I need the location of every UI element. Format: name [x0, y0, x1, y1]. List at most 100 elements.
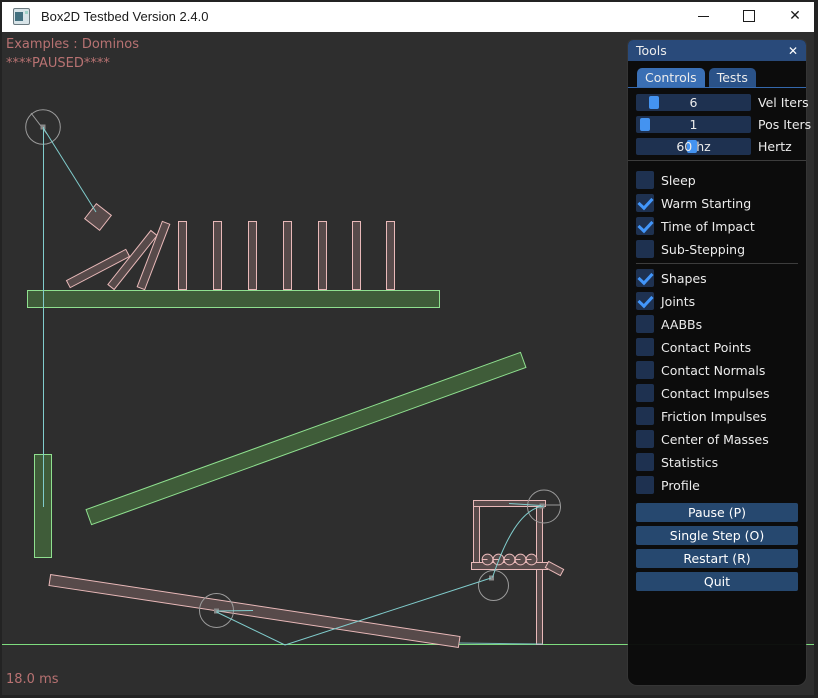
checkbox-box[interactable]: [636, 269, 654, 287]
checkbox-box[interactable]: [636, 292, 654, 310]
checkbox-label: Time of Impact: [661, 219, 755, 234]
simulation-canvas[interactable]: Examples : Dominos ****PAUSED**** 18.0 m…: [0, 32, 818, 698]
checkbox-contact-points[interactable]: Contact Points: [636, 338, 798, 356]
dynamic-bodies: [49, 204, 564, 648]
ramp: [86, 352, 526, 524]
checkbox-label: Warm Starting: [661, 196, 751, 211]
checkmark-icon: [637, 292, 653, 308]
paused-label: ****PAUSED****: [6, 56, 110, 71]
checkmark-icon: [637, 217, 653, 233]
checkbox-label: Shapes: [661, 271, 707, 286]
maximize-button[interactable]: [726, 0, 772, 32]
restart-r-button[interactable]: Restart (R): [636, 549, 798, 568]
separator: [628, 160, 806, 161]
close-button[interactable]: ✕: [772, 0, 818, 32]
app-icon-inner: [15, 12, 23, 21]
domino-standing-6[interactable]: [353, 222, 361, 290]
hanging-box[interactable]: [85, 204, 112, 231]
checkbox-sleep[interactable]: Sleep: [636, 171, 798, 189]
checkbox-box[interactable]: [636, 430, 654, 448]
checkbox-label: AABBs: [661, 317, 702, 332]
domino-standing-2[interactable]: [214, 222, 222, 290]
separator: [636, 263, 798, 264]
checkbox-box[interactable]: [636, 407, 654, 425]
checkbox-shapes[interactable]: Shapes: [636, 269, 798, 287]
checkbox-contact-impulses[interactable]: Contact Impulses: [636, 384, 798, 402]
checkbox-box[interactable]: [636, 384, 654, 402]
slider-group: 6Vel Iters1Pos Iters60 hzHertz: [628, 88, 806, 155]
slider-hertz[interactable]: 60 hz: [636, 138, 751, 155]
joint-ground-link: [459, 643, 543, 644]
minimize-button[interactable]: [680, 0, 726, 32]
tab-bar: ControlsTests: [628, 61, 806, 88]
balls-group: [482, 554, 537, 565]
checkmark-icon: [637, 269, 653, 285]
domino-standing-4[interactable]: [284, 222, 292, 290]
tools-panel: Tools ✕ ControlsTests 6Vel Iters1Pos Ite…: [628, 40, 806, 685]
checkmark-icon: [637, 194, 653, 210]
checkbox-label: Statistics: [661, 455, 718, 470]
checkbox-box[interactable]: [636, 315, 654, 333]
checkbox-contact-normals[interactable]: Contact Normals: [636, 361, 798, 379]
platform-top: [28, 291, 440, 308]
maximize-icon: [743, 10, 755, 22]
tab-tests[interactable]: Tests: [709, 68, 756, 87]
checkbox-box[interactable]: [636, 171, 654, 189]
checkbox-sub-stepping[interactable]: Sub-Stepping: [636, 240, 798, 258]
checkbox-aabbs[interactable]: AABBs: [636, 315, 798, 333]
slider-value: 60 hz: [636, 138, 751, 155]
joint-pendulum: [44, 129, 96, 212]
checkbox-box[interactable]: [636, 240, 654, 258]
domino-standing-7[interactable]: [387, 222, 395, 290]
frame-left-post[interactable]: [474, 507, 480, 570]
checkbox-label: Joints: [661, 294, 695, 309]
panel-close-icon[interactable]: ✕: [788, 45, 798, 57]
checkbox-label: Profile: [661, 478, 700, 493]
shelf-tab[interactable]: [545, 561, 563, 575]
checkbox-group: Sleep Warm Starting Time of Impact Sub-Step…: [628, 165, 806, 500]
slider-row-vel-iters: 6Vel Iters: [636, 94, 798, 111]
checkbox-box[interactable]: [636, 476, 654, 494]
checkbox-warm-starting[interactable]: Warm Starting: [636, 194, 798, 212]
quit-button[interactable]: Quit: [636, 572, 798, 591]
slider-label: Pos Iters: [758, 117, 811, 132]
single-step-o-button[interactable]: Single Step (O): [636, 526, 798, 545]
checkbox-profile[interactable]: Profile: [636, 476, 798, 494]
domino-standing-1[interactable]: [179, 222, 187, 290]
long-plank[interactable]: [49, 575, 460, 648]
slider-label: Vel Iters: [758, 95, 809, 110]
slider-row-hertz: 60 hzHertz: [636, 138, 798, 155]
checkbox-friction-impulses[interactable]: Friction Impulses: [636, 407, 798, 425]
pause-p-button[interactable]: Pause (P): [636, 503, 798, 522]
checkbox-box[interactable]: [636, 338, 654, 356]
checkbox-label: Contact Normals: [661, 363, 765, 378]
checkbox-center-of-masses[interactable]: Center of Masses: [636, 430, 798, 448]
slider-pos-iters[interactable]: 1: [636, 116, 751, 133]
app-window: Box2D Testbed Version 2.4.0 ✕: [0, 0, 818, 698]
tools-panel-header[interactable]: Tools ✕: [628, 40, 806, 61]
slider-value: 6: [636, 94, 751, 111]
checkbox-statistics[interactable]: Statistics: [636, 453, 798, 471]
checkbox-joints[interactable]: Joints: [636, 292, 798, 310]
example-label: Examples : Dominos: [6, 37, 139, 52]
minimize-icon: [698, 16, 709, 17]
domino-standing-3[interactable]: [249, 222, 257, 290]
slider-value: 1: [636, 116, 751, 133]
app-icon: [13, 8, 30, 25]
checkbox-box[interactable]: [636, 194, 654, 212]
domino-fallen-3[interactable]: [137, 221, 170, 289]
checkbox-time-of-impact[interactable]: Time of Impact: [636, 217, 798, 235]
checkbox-label: Contact Impulses: [661, 386, 770, 401]
window-title: Box2D Testbed Version 2.4.0: [41, 9, 208, 24]
window-titlebar: Box2D Testbed Version 2.4.0 ✕: [0, 0, 818, 32]
tab-controls[interactable]: Controls: [637, 68, 705, 87]
frame-right-post[interactable]: [537, 507, 543, 645]
checkbox-label: Contact Points: [661, 340, 751, 355]
domino-standing-5[interactable]: [319, 222, 327, 290]
close-icon: ✕: [789, 9, 801, 23]
checkbox-box[interactable]: [636, 217, 654, 235]
action-buttons: Pause (P) Single Step (O) Restart (R) Quit: [628, 500, 806, 598]
slider-vel-iters[interactable]: 6: [636, 94, 751, 111]
checkbox-box[interactable]: [636, 453, 654, 471]
checkbox-box[interactable]: [636, 361, 654, 379]
